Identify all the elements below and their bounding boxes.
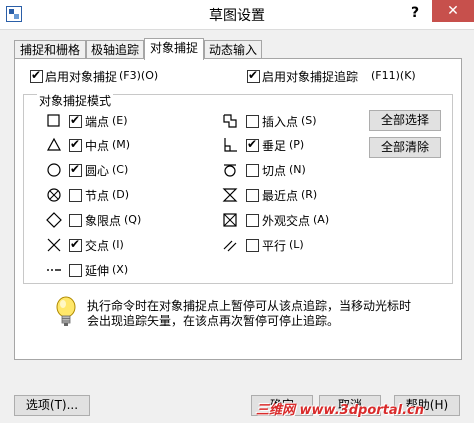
tab-polar-tracking[interactable]: 极轴追踪 xyxy=(86,40,144,58)
tangent-label: 切点 xyxy=(262,164,287,178)
intersection-checkbox[interactable] xyxy=(69,237,82,252)
midpoint-checkbox[interactable] xyxy=(69,137,82,152)
node-icon xyxy=(47,188,61,202)
node-key: (D) xyxy=(112,188,130,201)
perpendicular-key: (P) xyxy=(289,138,305,151)
tangent-icon xyxy=(224,164,236,177)
tip-line-1: 执行命令时在对象捕捉点上暂停可从该点追踪，当移动光标时 xyxy=(87,299,412,313)
apparent-intersection-checkbox[interactable] xyxy=(246,214,259,227)
tab-object-snap[interactable]: 对象捕捉 xyxy=(144,38,204,60)
center-key: (C) xyxy=(112,163,129,176)
node-label: 节点 xyxy=(85,189,110,203)
apparent-intersection-label: 外观交点 xyxy=(262,214,311,228)
parallel-checkbox[interactable] xyxy=(246,239,259,252)
enable-tracking-shortcut: (F11)(K) xyxy=(371,69,416,82)
tangent-checkbox[interactable] xyxy=(246,164,259,177)
midpoint-key: (M) xyxy=(112,138,131,151)
title-bar: 草图设置 ? ✕ xyxy=(0,0,474,30)
parallel-key: (L) xyxy=(289,238,304,251)
lightbulb-icon xyxy=(56,296,76,326)
perpendicular-checkbox[interactable] xyxy=(246,137,259,152)
parallel-icon xyxy=(223,240,237,252)
intersection-label: 交点 xyxy=(85,239,110,253)
extension-icon xyxy=(47,269,61,271)
close-button[interactable]: ✕ xyxy=(432,0,474,22)
extension-key: (X) xyxy=(112,263,129,276)
quadrant-key: (Q) xyxy=(124,213,142,226)
enable-tracking-label: 启用对象捕捉追踪 xyxy=(262,70,359,84)
nearest-icon xyxy=(222,188,238,202)
triangle-icon xyxy=(46,137,62,151)
midpoint-label: 中点 xyxy=(85,139,110,153)
nearest-label: 最近点 xyxy=(262,189,299,203)
options-button[interactable]: 选项(T)... xyxy=(14,395,90,416)
apparent-intersection-key: (A) xyxy=(313,213,330,226)
snap-modes-group-title: 对象捕捉模式 xyxy=(37,92,114,109)
extension-label: 延伸 xyxy=(85,264,110,278)
endpoint-label: 端点 xyxy=(85,115,110,129)
enable-osnap-shortcut: (F3)(O) xyxy=(119,69,159,82)
center-label: 圆心 xyxy=(85,164,110,178)
square-icon xyxy=(47,114,60,127)
diamond-icon xyxy=(46,212,62,228)
tab-dynamic-input[interactable]: 动态输入 xyxy=(204,40,262,58)
center-checkbox[interactable] xyxy=(69,162,82,177)
drafting-settings-dialog: 草图设置 ? ✕ 捕捉和栅格 极轴追踪 对象捕捉 动态输入 启用对象捕捉 (F3… xyxy=(0,0,474,423)
select-all-button[interactable]: 全部选择 xyxy=(369,110,441,131)
insertion-key: (S) xyxy=(301,114,317,127)
perpendicular-icon xyxy=(224,138,237,152)
enable-osnap-label: 启用对象捕捉 xyxy=(45,70,118,84)
tangent-key: (N) xyxy=(289,163,306,176)
object-snap-panel: 启用对象捕捉 (F3)(O) 启用对象捕捉追踪 (F11)(K) 对象捕捉模式 … xyxy=(14,58,462,360)
apparent-intersection-icon xyxy=(223,213,237,227)
node-checkbox[interactable] xyxy=(69,189,82,202)
nearest-key: (R) xyxy=(301,188,318,201)
clear-all-button[interactable]: 全部清除 xyxy=(369,137,441,158)
watermark: 三维网 www.3dportal.cn xyxy=(256,403,425,418)
extension-checkbox[interactable] xyxy=(69,264,82,277)
enable-tracking-checkbox[interactable] xyxy=(247,68,260,83)
nearest-checkbox[interactable] xyxy=(246,189,259,202)
tab-snap-grid[interactable]: 捕捉和栅格 xyxy=(14,40,86,58)
circle-icon xyxy=(47,163,61,177)
insertion-checkbox[interactable] xyxy=(246,115,259,128)
endpoint-key: (E) xyxy=(112,114,128,127)
quadrant-label: 象限点 xyxy=(85,214,122,228)
insertion-label: 插入点 xyxy=(262,115,299,129)
endpoint-checkbox[interactable] xyxy=(69,113,82,128)
intersection-key: (I) xyxy=(112,238,124,251)
cross-icon xyxy=(47,238,61,252)
enable-osnap-checkbox[interactable] xyxy=(30,68,43,83)
parallel-label: 平行 xyxy=(262,239,287,253)
tip-line-2: 会出现追踪矢量，在该点再次暂停可停止追踪。 xyxy=(87,314,340,328)
tracking-tip: 执行命令时在对象捕捉点上暂停可从该点追踪，当移动光标时 会出现追踪矢量，在该点再… xyxy=(87,299,447,329)
perpendicular-label: 垂足 xyxy=(262,139,287,153)
quadrant-checkbox[interactable] xyxy=(69,214,82,227)
insertion-icon xyxy=(223,114,237,128)
help-title-button[interactable]: ? xyxy=(398,0,432,28)
